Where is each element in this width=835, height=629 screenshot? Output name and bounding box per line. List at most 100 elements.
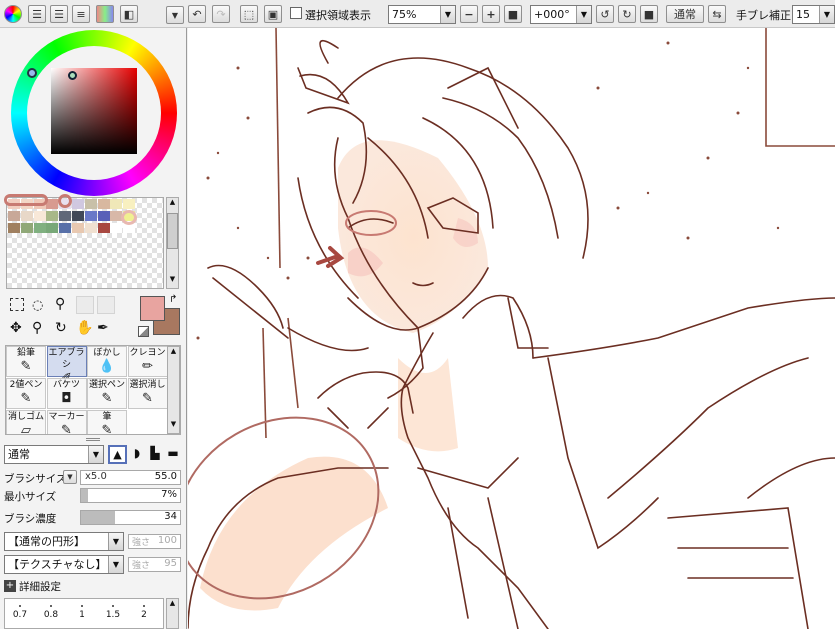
tool-select-erase[interactable]: 選択消し ✎	[127, 378, 168, 409]
color-swatch[interactable]	[20, 223, 33, 233]
zoom-select[interactable]: 75% ▼	[388, 5, 456, 24]
tool-bucket[interactable]: バケツ ◘	[46, 378, 87, 409]
brush-edge-medium-icon[interactable]: ◗	[128, 446, 146, 464]
rotate-left-button[interactable]: ↺	[596, 5, 614, 23]
color-swatch[interactable]	[84, 223, 97, 233]
brush-size-preset[interactable]: 1.5	[98, 599, 128, 628]
brush-edge-soft-icon[interactable]: ▙	[146, 446, 164, 464]
brush-size-preset[interactable]: 0.8	[36, 599, 66, 628]
transparent-color-icon[interactable]	[138, 326, 149, 337]
color-swatch[interactable]	[72, 223, 84, 233]
shape-strength-box[interactable]: 強さ 100	[128, 534, 181, 549]
tool-scroll-down-icon[interactable]: ▼	[168, 420, 179, 428]
zoom-icon[interactable]: ⚲	[32, 320, 42, 336]
primary-color[interactable]	[140, 296, 165, 321]
menu-dropdown-icon[interactable]: ▼	[166, 6, 184, 24]
view-mode-button[interactable]: 通常	[666, 5, 704, 23]
rotate-reset-button[interactable]: ■	[640, 5, 658, 23]
hue-marker[interactable]	[27, 68, 37, 78]
zoom-out-button[interactable]: −	[460, 5, 478, 23]
color-swatch[interactable]	[123, 199, 136, 209]
swatch-scroll-up-icon[interactable]: ▲	[167, 198, 178, 210]
move-icon[interactable]: ✥	[10, 320, 22, 336]
rgb-slider-tab-icon[interactable]: ☰	[28, 5, 46, 23]
color-swatch[interactable]	[46, 199, 59, 209]
brush-edge-hard-icon[interactable]: ▲	[108, 445, 127, 464]
advanced-settings-label[interactable]: 詳細設定	[19, 579, 61, 594]
swatch-bars-tab-icon[interactable]: ≡	[72, 5, 90, 23]
rotation-select[interactable]: +000° ▼	[530, 5, 592, 24]
color-swatch[interactable]	[110, 199, 123, 209]
zoom-in-button[interactable]: +	[482, 5, 500, 23]
brush-size-preset[interactable]: 1	[67, 599, 97, 628]
color-swatch[interactable]	[97, 211, 110, 221]
color-swatch[interactable]	[59, 223, 72, 233]
magic-wand-icon[interactable]: ⚲	[55, 296, 65, 312]
brush-size-box[interactable]: x5.0 55.0	[80, 470, 181, 485]
tool-binary-pen[interactable]: 2値ペン ✎	[6, 378, 46, 409]
tool-blur[interactable]: ぼかし 💧	[87, 346, 127, 377]
zoom-reset-button[interactable]: ■	[504, 5, 522, 23]
color-swatch[interactable]	[33, 211, 46, 221]
color-swatch[interactable]	[72, 199, 84, 209]
color-wheel-tab-icon[interactable]	[4, 5, 22, 23]
density-slider[interactable]: 34	[80, 510, 181, 525]
brush-mode-select[interactable]: 通常 ▼	[4, 445, 104, 464]
tool-pencil[interactable]: 鉛筆 ✎	[6, 346, 46, 377]
color-swatch[interactable]	[97, 223, 110, 233]
lasso-icon[interactable]: ◌	[32, 298, 43, 313]
min-size-slider[interactable]: 7%	[80, 488, 181, 503]
saturation-value-square[interactable]	[51, 68, 137, 154]
undo-button[interactable]: ↶	[188, 5, 206, 23]
color-swatch[interactable]	[72, 211, 84, 221]
redo-button[interactable]: ↷	[212, 5, 230, 23]
hsv-slider-tab-icon[interactable]: ☰	[50, 5, 68, 23]
brush-size-dropdown-icon[interactable]: ▼	[63, 470, 77, 484]
color-swatch[interactable]	[33, 223, 46, 233]
drawing-canvas[interactable]	[188, 28, 835, 629]
brush-shape-select[interactable]: 【通常の円形】 ▼	[4, 532, 124, 551]
brush-size-preset[interactable]: 0.7	[5, 599, 35, 628]
swatch-scroll-down-icon[interactable]: ▼	[167, 275, 178, 287]
color-swatch[interactable]	[84, 199, 97, 209]
color-swatch[interactable]	[46, 223, 59, 233]
color-swatch[interactable]	[8, 223, 20, 233]
color-swatch[interactable]	[8, 211, 20, 221]
brush-size-preset[interactable]: 2	[129, 599, 159, 628]
panel-splitter[interactable]	[86, 438, 100, 441]
tool-brush[interactable]: 筆 ✎	[87, 410, 127, 434]
tool-scroll-up-icon[interactable]: ▲	[168, 347, 179, 355]
scratchpad-tab-icon[interactable]: ◧	[120, 5, 138, 23]
tool-marker[interactable]: マーカー ✎	[46, 410, 87, 434]
sv-marker[interactable]	[68, 71, 77, 80]
rotate-right-button[interactable]: ↻	[618, 5, 636, 23]
color-swatch[interactable]	[59, 211, 72, 221]
swap-colors-icon[interactable]: ↱	[169, 294, 177, 305]
flip-horizontal-button[interactable]: ⇆	[708, 5, 726, 23]
color-swatch[interactable]	[46, 211, 59, 221]
tool-airbrush[interactable]: エアブラシ✐	[46, 346, 87, 386]
color-swatch[interactable]	[20, 211, 33, 221]
expand-plus-icon[interactable]: +	[4, 580, 16, 592]
rect-select-icon[interactable]	[10, 298, 24, 311]
color-swatch[interactable]	[84, 211, 97, 221]
color-swatch[interactable]	[97, 199, 110, 209]
stabilizer-select[interactable]: 15 ▼	[792, 5, 835, 24]
brush-edge-flat-icon[interactable]: ▬	[164, 446, 182, 464]
color-swatch[interactable]	[110, 223, 123, 233]
tool-eraser[interactable]: 消しゴム ▱	[6, 410, 46, 434]
preset-scroll-up-icon[interactable]: ▲	[167, 599, 178, 607]
texture-strength-box[interactable]: 強さ 95	[128, 557, 181, 572]
swatch-grid-tab-icon[interactable]	[96, 5, 114, 23]
hand-icon[interactable]: ✋	[76, 320, 93, 336]
deselect-button[interactable]: ⬚	[240, 5, 258, 23]
eyedropper-icon[interactable]: ✒	[97, 320, 109, 336]
invert-selection-button[interactable]: ▣	[264, 5, 282, 23]
selection-display-checkbox[interactable]	[290, 7, 302, 19]
tool-select-pen[interactable]: 選択ペン ✎	[87, 378, 127, 409]
tool-crayon[interactable]: クレヨン ✏	[127, 346, 168, 377]
chevron-down-icon: ▼	[576, 6, 591, 23]
texture-select[interactable]: 【テクスチャなし】 ▼	[4, 555, 124, 574]
rotate-icon[interactable]: ↻	[55, 320, 67, 336]
swatch-scroll-thumb[interactable]	[167, 213, 178, 249]
